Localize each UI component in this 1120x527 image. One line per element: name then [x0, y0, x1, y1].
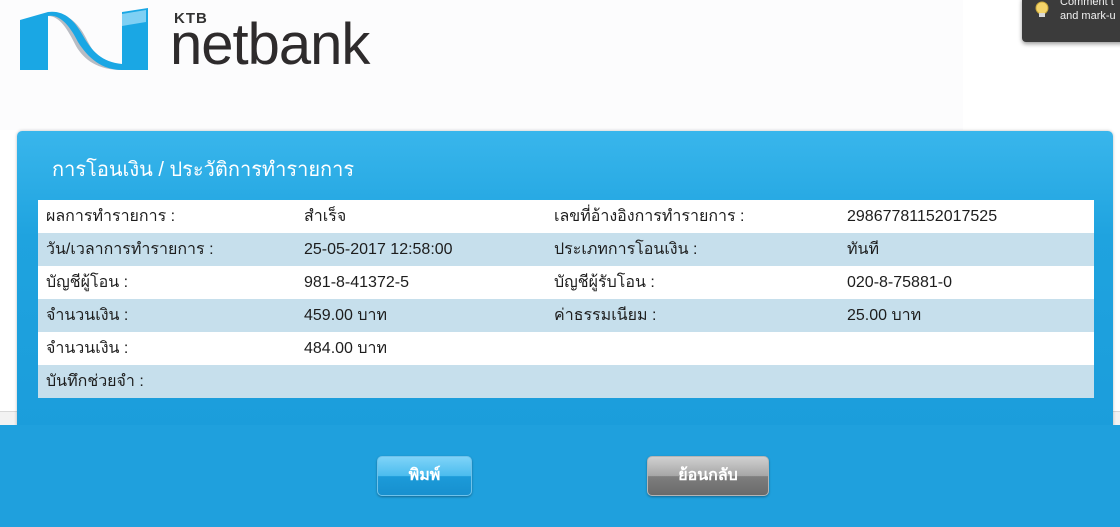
row-value: 981-8-41372-5	[296, 266, 546, 299]
row-value: 020-8-75881-0	[839, 266, 1094, 299]
row-value: สำเร็จ	[296, 200, 546, 233]
table-row: ผลการทำรายการ : สำเร็จ เลขที่อ้างอิงการท…	[38, 200, 1094, 233]
row-value	[296, 365, 546, 398]
print-button[interactable]: พิมพ์	[377, 456, 472, 496]
row-label: บัญชีผู้รับโอน :	[546, 266, 839, 299]
row-label: เลขที่อ้างอิงการทำรายการ :	[546, 200, 839, 233]
transaction-details-table: ผลการทำรายการ : สำเร็จ เลขที่อ้างอิงการท…	[38, 200, 1094, 398]
row-label	[546, 365, 839, 398]
row-label: บันทึกช่วยจำ :	[38, 365, 296, 398]
table-row: บัญชีผู้โอน : 981-8-41372-5 บัญชีผู้รับโ…	[38, 266, 1094, 299]
ktb-netbank-logo[interactable]: KTB netbank	[18, 6, 438, 77]
row-label: จำนวนเงิน :	[38, 332, 296, 365]
lightbulb-icon	[1035, 1, 1049, 17]
row-value: 459.00 บาท	[296, 299, 546, 332]
logo-netbank-text: netbank	[170, 12, 370, 77]
ktb-logo-mark-icon	[20, 8, 148, 70]
row-value	[839, 332, 1094, 365]
row-label: ผลการทำรายการ :	[38, 200, 296, 233]
transaction-panel: การโอนเงิน / ประวัติการทำรายการ ผลการทำร…	[17, 131, 1113, 431]
table-row: จำนวนเงิน : 459.00 บาท ค่าธรรมเนียม : 25…	[38, 299, 1094, 332]
row-value: 25-05-2017 12:58:00	[296, 233, 546, 266]
row-value: 25.00 บาท	[839, 299, 1094, 332]
row-label: บัญชีผู้โอน :	[38, 266, 296, 299]
row-label: ประเภทการโอนเงิน :	[546, 233, 839, 266]
row-label: จำนวนเงิน :	[38, 299, 296, 332]
table-row: วัน/เวลาการทำรายการ : 25-05-2017 12:58:0…	[38, 233, 1094, 266]
panel-title: การโอนเงิน / ประวัติการทำรายการ	[52, 159, 355, 181]
back-button[interactable]: ย้อนกลับ	[647, 456, 769, 496]
action-bar: พิมพ์ ย้อนกลับ	[0, 425, 1120, 527]
row-label: วัน/เวลาการทำรายการ :	[38, 233, 296, 266]
table-row: บันทึกช่วยจำ :	[38, 365, 1094, 398]
row-value: 484.00 บาท	[296, 332, 546, 365]
row-label	[546, 332, 839, 365]
row-value: 29867781152017525	[839, 200, 1094, 233]
row-label: ค่าธรรมเนียม :	[546, 299, 839, 332]
comment-tooltip-text: Comment t and mark-u	[1060, 0, 1116, 22]
row-value	[839, 365, 1094, 398]
row-value: ทันที	[839, 233, 1094, 266]
table-row: จำนวนเงิน : 484.00 บาท	[38, 332, 1094, 365]
comment-tooltip[interactable]: Comment t and mark-u	[1022, 0, 1120, 42]
